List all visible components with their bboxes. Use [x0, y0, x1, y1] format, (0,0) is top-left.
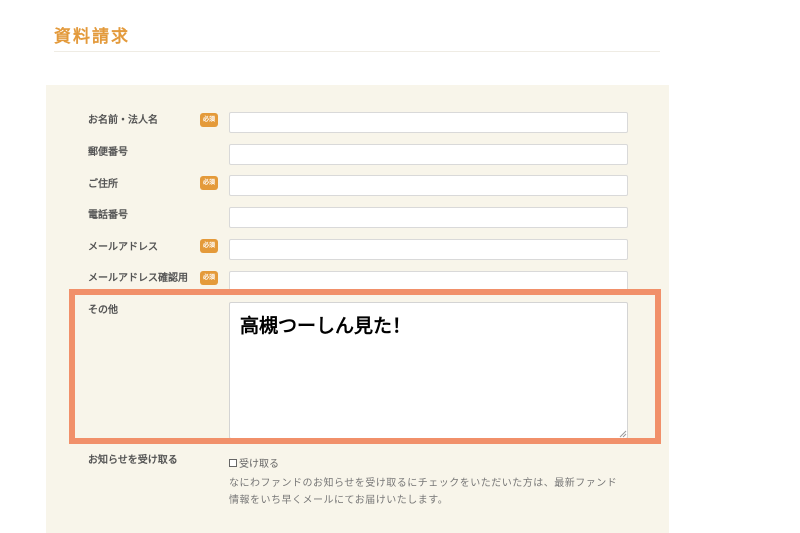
newsletter-checkbox-label: 受け取る [239, 459, 279, 470]
resize-grip-icon[interactable] [619, 430, 627, 438]
field-label-address: ご住所 [88, 179, 118, 190]
newsletter-notice-line-1: なにわファンドのお知らせを受け取るにチェックをいただいた方は、最新ファンド [229, 478, 618, 489]
postal-code-input[interactable] [229, 144, 628, 165]
other-textarea[interactable]: 高槻つーしん見た！ [229, 302, 628, 439]
field-label-email: メールアドレス [88, 242, 158, 253]
required-badge-email: 必須 [200, 239, 218, 253]
required-badge-name: 必須 [200, 113, 218, 127]
field-label-other: その他 [88, 305, 118, 316]
newsletter-notice-line-2: 情報をいち早くメールにてお届けいたします。 [229, 495, 449, 506]
required-badge-address: 必須 [200, 176, 218, 190]
address-input[interactable] [229, 175, 628, 196]
field-label-email-confirm: メールアドレス確認用 [88, 273, 188, 284]
field-label-postal-code: 郵便番号 [88, 147, 128, 158]
email-input[interactable] [229, 239, 628, 260]
name-input[interactable] [229, 112, 628, 133]
email-confirm-input[interactable] [229, 271, 628, 292]
newsletter-checkbox[interactable]: 受け取る [229, 455, 279, 470]
field-label-newsletter: お知らせを受け取る [88, 455, 178, 466]
field-label-phone: 電話番号 [88, 210, 128, 221]
required-badge-email-confirm: 必須 [200, 271, 218, 285]
field-label-name: お名前・法人名 [88, 115, 158, 126]
checkbox-box[interactable] [229, 458, 237, 467]
page-title: 資料請求 [54, 27, 130, 47]
phone-input[interactable] [229, 207, 628, 228]
newsletter-notice: なにわファンドのお知らせを受け取るにチェックをいただいた方は、最新ファンド 情報… [229, 475, 639, 509]
title-divider [54, 51, 660, 52]
